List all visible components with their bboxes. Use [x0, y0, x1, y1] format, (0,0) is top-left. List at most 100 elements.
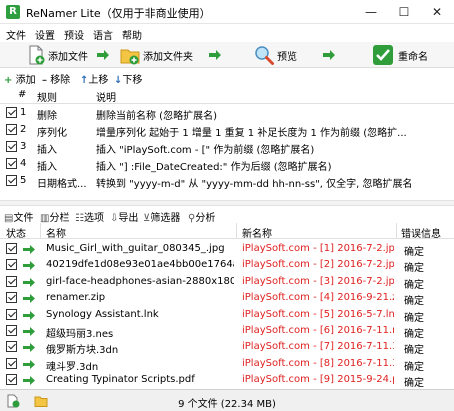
file-row[interactable]: 俄罗斯方块.3dn iPlaySoft.com - [7] 2016-7-11.3…	[0, 339, 454, 356]
file-row[interactable]: girl-face-headphones-asian-2880x1800.j..…	[0, 274, 454, 291]
file-error-status: 确定	[404, 361, 424, 373]
export-button[interactable]: ⇩导出	[110, 209, 138, 224]
close-button[interactable]: ✕	[422, 0, 452, 24]
file-new-name: iPlaySoft.com - [6] 2016-7-11.nes	[242, 325, 394, 336]
options-button[interactable]: ☷选项	[75, 209, 104, 224]
arrow-right-icon	[23, 261, 35, 271]
analyze-button[interactable]: ⚲分析	[188, 209, 215, 224]
file-row[interactable]: Music_Girl_with_guitar_080345_.jpg iPlayS…	[0, 241, 454, 258]
rule-row[interactable]: 1 删除 删除当前名称 (忽略扩展名)	[0, 105, 454, 122]
file-checkbox[interactable]	[6, 374, 17, 386]
arrow-right-icon	[23, 359, 35, 369]
file-checkbox[interactable]	[6, 259, 17, 271]
menu-presets[interactable]: 预设	[64, 27, 84, 42]
menu-language[interactable]: 语言	[93, 27, 113, 42]
rules-col-desc[interactable]: 说明	[96, 89, 116, 104]
remove-rule-button[interactable]: – 移除	[42, 71, 70, 86]
rule-description: 插入 "] :File_DateCreated:" 作为后缀 (忽略扩展名)	[96, 162, 332, 173]
file-error-status: 确定	[404, 329, 424, 340]
rule-description: 插入 "iPlaySoft.com - [" 作为前缀 (忽略扩展名)	[96, 145, 315, 156]
file-new-name: iPlaySoft.com - [8] 2016-7-11.3dn	[242, 357, 394, 369]
files-col-new-name[interactable]: 新名称	[242, 225, 272, 240]
file-error-status: 确定	[404, 296, 424, 308]
rule-checkbox[interactable]	[6, 107, 17, 118]
file-checkbox[interactable]	[6, 308, 17, 320]
rule-checkbox[interactable]	[6, 124, 17, 135]
file-name: Synology Assistant.lnk	[46, 308, 159, 320]
minimize-button[interactable]: —	[356, 0, 386, 24]
plus-icon: +	[4, 75, 13, 86]
rule-number: 5	[20, 175, 27, 186]
file-row[interactable]: 魂斗罗.3dn iPlaySoft.com - [8] 2016-7-11.3dn…	[0, 356, 454, 373]
menu-help[interactable]: 帮助	[122, 27, 142, 42]
add-folder-icon	[120, 49, 140, 65]
file-new-name: iPlaySoft.com - [4] 2016-9-21.zip	[242, 292, 394, 304]
column-divider[interactable]	[396, 223, 397, 239]
files-menu-button[interactable]: ▤文件	[4, 209, 33, 224]
panel-splitter[interactable]	[0, 200, 454, 206]
arrow-right-icon	[97, 50, 109, 60]
files-col-name[interactable]: 名称	[46, 225, 66, 240]
rule-checkbox[interactable]	[6, 158, 17, 169]
rule-row[interactable]: 2 序列化 增量序列化 起始于 1 增量 1 重复 1 补足长度为 1 作为前缀 (…	[0, 122, 454, 139]
file-checkbox[interactable]	[6, 325, 17, 336]
arrow-right-icon	[23, 277, 35, 287]
maximize-button[interactable]: ☐	[389, 0, 419, 24]
rule-description: 删除当前名称 (忽略扩展名)	[96, 111, 217, 122]
arrow-right-icon	[23, 327, 35, 336]
files-table-header: 状态 名称 新名称 错误信息	[0, 223, 454, 240]
arrow-right-icon	[23, 310, 35, 320]
rule-row[interactable]: 5 日期格式... 转换到 "yyyy-m-d" 从 "yyyy-mm-dd hh-…	[0, 173, 454, 190]
add-rule-button[interactable]: + 添加	[4, 71, 36, 86]
rule-description: 增量序列化 起始于 1 增量 1 重复 1 补足长度为 1 作为前缀 (忽略扩.…	[96, 128, 407, 139]
file-checkbox[interactable]	[6, 243, 17, 254]
rule-row[interactable]: 4 插入 插入 "] :File_DateCreated:" 作为后缀 (忽略扩展名…	[0, 156, 454, 173]
file-row[interactable]: 超级玛丽3.nes iPlaySoft.com - [6] 2016-7-11.n…	[0, 323, 454, 340]
menu-settings[interactable]: 设置	[35, 27, 55, 42]
file-name: 超级玛丽3.nes	[46, 329, 114, 340]
filter-button[interactable]: ⊻筛选器	[143, 209, 180, 224]
rule-number: 2	[20, 124, 27, 135]
file-name: 40219dfe1d08e93e01ae4bb00e1764a19...	[46, 259, 234, 271]
files-col-error[interactable]: 错误信息	[401, 225, 441, 240]
file-new-name: iPlaySoft.com - [7] 2016-7-11.3dn	[242, 341, 394, 353]
title-bar: R ReNamer Lite（仅用于非商业使用） — ☐ ✕	[0, 0, 454, 24]
columns-button[interactable]: ▥分栏	[40, 209, 69, 224]
file-row[interactable]: 40219dfe1d08e93e01ae4bb00e1764a19... iPla…	[0, 257, 454, 275]
rule-checkbox[interactable]	[6, 175, 17, 186]
file-row[interactable]: Creating Typinator Scripts.pdf iPlaySoft.…	[0, 372, 454, 390]
file-checkbox[interactable]	[6, 275, 17, 287]
rules-col-rule[interactable]: 规则	[37, 89, 57, 104]
file-checkbox[interactable]	[6, 341, 17, 353]
move-down-button[interactable]: ↓下移	[114, 71, 142, 86]
file-error-status: 确定	[404, 378, 424, 390]
file-name: Music_Girl_with_guitar_080345_.jpg	[46, 243, 225, 254]
arrow-right-icon	[23, 245, 35, 254]
status-text: 9 个文件 (22.34 MB)	[178, 399, 276, 410]
rule-number: 4	[20, 158, 27, 169]
file-error-status: 确定	[404, 312, 424, 324]
move-up-button[interactable]: ↑上移	[80, 71, 108, 86]
file-checkbox[interactable]	[6, 292, 17, 304]
add-rule-label: 添加	[15, 75, 36, 86]
add-folders-label: 添加文件夹	[143, 52, 193, 63]
rule-name: 序列化	[37, 128, 67, 139]
column-divider[interactable]	[236, 223, 237, 239]
files-col-status[interactable]: 状态	[6, 225, 26, 240]
rule-checkbox[interactable]	[6, 141, 17, 152]
column-divider[interactable]	[40, 223, 41, 239]
rules-col-num[interactable]: #	[18, 89, 26, 100]
arrow-right-icon	[23, 376, 35, 386]
file-row[interactable]: Synology Assistant.lnk iPlaySoft.com - [5…	[0, 307, 454, 324]
window-title: ReNamer Lite（仅用于非商业使用）	[26, 7, 211, 20]
remove-rule-label: 移除	[50, 75, 71, 86]
rule-row[interactable]: 3 插入 插入 "iPlaySoft.com - [" 作为前缀 (忽略扩展名)	[0, 139, 454, 156]
file-error-status: 确定	[404, 263, 424, 275]
add-files-label: 添加文件	[48, 52, 88, 63]
file-checkbox[interactable]	[6, 357, 17, 369]
checkmark-icon	[373, 45, 393, 65]
file-name: girl-face-headphones-asian-2880x1800.j..…	[46, 275, 234, 287]
files-toolbar: ▤文件 ▥分栏 ☷选项 ⇩导出 ⊻筛选器 ⚲分析	[0, 207, 454, 224]
file-row[interactable]: renamer.zip iPlaySoft.com - [4] 2016-9-21…	[0, 290, 454, 308]
menu-file[interactable]: 文件	[6, 27, 26, 42]
